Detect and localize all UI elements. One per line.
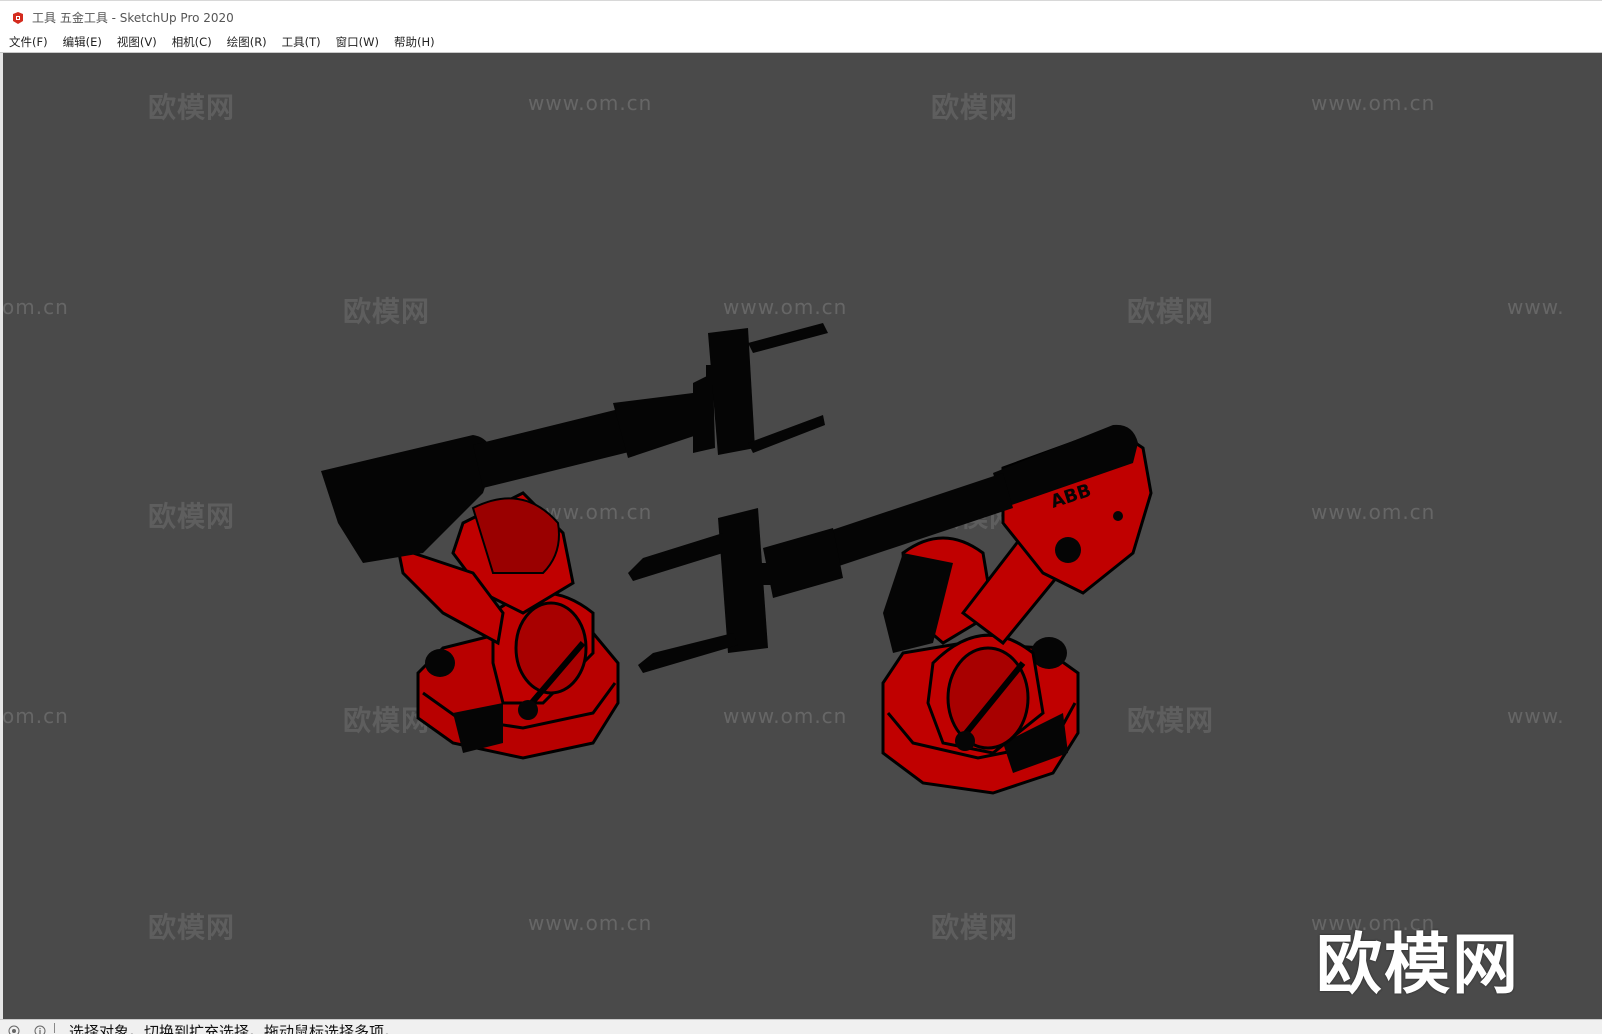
menu-view[interactable]: 视图(V): [111, 32, 163, 52]
info-icon[interactable]: [34, 1022, 46, 1034]
sketchup-logo-icon: [11, 10, 25, 24]
right-robot-arm[interactable]: ABB: [628, 424, 1153, 795]
status-divider: [54, 1022, 55, 1033]
window-title: 工具 五金工具 - SketchUp Pro 2020: [32, 10, 234, 25]
menu-window[interactable]: 窗口(W): [330, 32, 385, 52]
sketchup-window: 工具 五金工具 - SketchUp Pro 2020 文件(F) 编辑(E) …: [0, 0, 1602, 1034]
menu-file[interactable]: 文件(F): [3, 32, 54, 52]
status-hint: 选择对象。切换到扩充选择。拖动鼠标选择多项。: [69, 1023, 400, 1034]
model-viewport[interactable]: 欧模网 www.om.cn 欧模网 www.om.cn om.cn 欧模网 ww…: [3, 53, 1602, 1019]
menu-help[interactable]: 帮助(H): [388, 32, 441, 52]
menu-edit[interactable]: 编辑(E): [57, 32, 108, 52]
geo-location-icon[interactable]: [8, 1022, 20, 1034]
menu-draw[interactable]: 绘图(R): [221, 32, 273, 52]
menu-bar: 文件(F) 编辑(E) 视图(V) 相机(C) 绘图(R) 工具(T) 窗口(W…: [0, 32, 1602, 53]
status-bar: 选择对象。切换到扩充选择。拖动鼠标选择多项。: [0, 1019, 1602, 1034]
title-bar: 工具 五金工具 - SketchUp Pro 2020: [0, 0, 1602, 33]
menu-tools[interactable]: 工具(T): [276, 32, 327, 52]
menu-camera[interactable]: 相机(C): [166, 32, 218, 52]
robot-arm-models[interactable]: ABB: [3, 53, 1602, 1019]
omcn-logo: 欧模网: [1316, 926, 1520, 1003]
